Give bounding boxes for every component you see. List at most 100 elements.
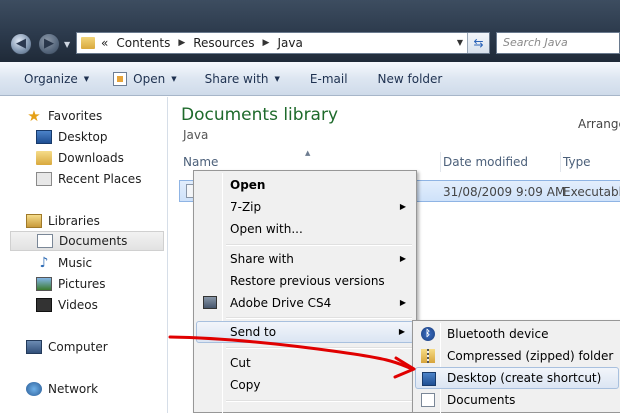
nav-libraries[interactable]: Libraries — [26, 211, 100, 231]
nav-computer-label: Computer — [48, 340, 108, 354]
command-bar: Organize ▼ Open ▼ Share with ▼ E-mail Ne… — [0, 62, 620, 96]
menu-item-open-with-label: Open with... — [230, 222, 303, 236]
nav-favorites[interactable]: ★ Favorites — [26, 106, 102, 126]
menu-item-restore-label: Restore previous versions — [230, 274, 385, 288]
menu-item-share-with-label: Share with — [230, 252, 294, 266]
send-to-documents-label: Documents — [447, 393, 516, 407]
desktop-icon — [36, 130, 52, 144]
menu-item-cut[interactable]: Cut — [196, 352, 414, 374]
menu-item-copy-label: Copy — [230, 378, 261, 392]
send-to-compressed-label: Compressed (zipped) folder — [447, 349, 614, 363]
column-header-name[interactable]: Name — [183, 155, 218, 169]
nav-libraries-label: Libraries — [48, 214, 100, 228]
nav-network-label: Network — [48, 382, 99, 396]
breadcrumb-resources[interactable]: Resources — [193, 36, 254, 50]
column-divider[interactable] — [440, 152, 441, 172]
folder-icon — [81, 37, 95, 49]
email-label: E-mail — [309, 71, 348, 86]
forward-button[interactable]: ▶ — [38, 33, 60, 55]
search-input[interactable]: Search Java — [496, 32, 620, 54]
column-divider[interactable] — [560, 152, 561, 172]
menu-item-open-with[interactable]: Open with... — [196, 218, 414, 240]
submenu-arrow-icon: ▶ — [399, 202, 406, 211]
send-to-bluetooth[interactable]: ᛒ Bluetooth device — [415, 323, 619, 345]
zip-folder-icon — [421, 349, 435, 363]
star-icon: ★ — [27, 107, 41, 125]
share-with-button[interactable]: Share with ▼ — [197, 67, 288, 91]
open-label: Open — [133, 71, 166, 86]
nav-desktop[interactable]: Desktop — [36, 127, 108, 147]
nav-music[interactable]: ♪ Music — [36, 253, 93, 273]
arrow-left-icon: ◀ — [16, 36, 26, 51]
nav-desktop-label: Desktop — [58, 130, 108, 144]
address-bar[interactable]: « Contents ▶ Resources ▶ Java ▼ ⇆ — [76, 32, 490, 54]
nav-pictures[interactable]: Pictures — [36, 274, 106, 294]
chevron-down-icon: ▼ — [274, 74, 280, 83]
navigation-pane: ★ Favorites Desktop Downloads Recent Pla… — [0, 97, 168, 413]
breadcrumb-java[interactable]: Java — [277, 36, 302, 50]
open-button[interactable]: Open ▼ — [105, 67, 184, 91]
submenu-arrow-icon: ▶ — [399, 298, 406, 307]
organize-button[interactable]: Organize ▼ — [16, 67, 97, 91]
organize-label: Organize — [24, 71, 78, 86]
bluetooth-icon: ᛒ — [421, 327, 435, 341]
menu-item-copy[interactable]: Copy — [196, 374, 414, 396]
chevron-right-icon[interactable]: ▶ — [263, 38, 270, 48]
menu-item-7zip[interactable]: 7-Zip ▶ — [196, 196, 414, 218]
column-header-type[interactable]: Type — [563, 155, 591, 169]
send-to-desktop-shortcut[interactable]: Desktop (create shortcut) — [415, 367, 619, 389]
menu-separator — [226, 347, 412, 349]
share-with-label: Share with — [204, 71, 269, 86]
computer-icon — [26, 340, 42, 354]
nav-documents[interactable]: Documents — [10, 231, 164, 251]
back-button[interactable]: ◀ — [10, 33, 32, 55]
arrange-by-button[interactable]: Arrange — [578, 117, 620, 131]
menu-item-send-to[interactable]: Send to ▶ — [196, 321, 414, 343]
nav-favorites-label: Favorites — [48, 109, 103, 123]
send-to-compressed-folder[interactable]: Compressed (zipped) folder — [415, 345, 619, 367]
nav-videos[interactable]: Videos — [36, 295, 98, 315]
submenu-arrow-icon: ▶ — [398, 327, 405, 336]
email-button[interactable]: E-mail — [302, 67, 356, 91]
submenu-arrow-icon: ▶ — [399, 254, 406, 263]
open-icon — [113, 71, 128, 86]
send-to-documents[interactable]: Documents — [415, 389, 619, 411]
menu-separator — [226, 400, 412, 402]
title-bar: ◀ ▶ ▼ « Contents ▶ Resources ▶ Java ▼ ⇆ … — [0, 0, 620, 62]
chevron-down-icon: ▼ — [171, 74, 177, 83]
menu-item-restore-previous-versions[interactable]: Restore previous versions — [196, 270, 414, 292]
menu-item-adobe-drive-label: Adobe Drive CS4 — [230, 296, 332, 310]
nav-recent-places-label: Recent Places — [58, 172, 142, 186]
arrow-right-icon: ▶ — [44, 36, 54, 51]
library-title: Documents library — [181, 105, 339, 125]
adobe-drive-icon — [203, 296, 217, 309]
document-icon — [37, 234, 53, 248]
address-history-dropdown[interactable]: ▼ — [453, 35, 467, 51]
menu-item-open-label: Open — [230, 178, 266, 192]
column-header-date-modified[interactable]: Date modified — [443, 155, 528, 169]
recent-places-icon — [36, 172, 52, 186]
menu-separator — [226, 244, 412, 246]
nav-recent-places[interactable]: Recent Places — [36, 169, 141, 189]
menu-item-share-with[interactable]: Share with ▶ — [196, 248, 414, 270]
library-subtitle: Java — [183, 128, 209, 142]
recent-pages-dropdown[interactable]: ▼ — [64, 40, 70, 49]
menu-item-adobe-drive[interactable]: Adobe Drive CS4 ▶ — [196, 292, 414, 314]
new-folder-button[interactable]: New folder — [370, 67, 451, 91]
document-icon — [421, 393, 435, 407]
nav-computer[interactable]: Computer — [26, 337, 108, 357]
refresh-button[interactable]: ⇆ — [467, 33, 489, 53]
desktop-icon — [422, 372, 436, 386]
chevron-right-icon[interactable]: ▶ — [178, 38, 185, 48]
menu-item-open[interactable]: Open — [196, 174, 414, 196]
address-overflow[interactable]: « — [101, 36, 108, 50]
videos-icon — [36, 298, 52, 312]
sort-ascending-icon: ▲ — [305, 149, 311, 157]
refresh-icon: ⇆ — [473, 36, 484, 50]
libraries-icon — [26, 214, 42, 228]
nav-network[interactable]: Network — [26, 379, 98, 399]
breadcrumb-contents[interactable]: Contents — [116, 36, 170, 50]
chevron-down-icon: ▼ — [83, 74, 90, 83]
pictures-icon — [36, 277, 52, 291]
nav-downloads[interactable]: Downloads — [36, 148, 124, 168]
